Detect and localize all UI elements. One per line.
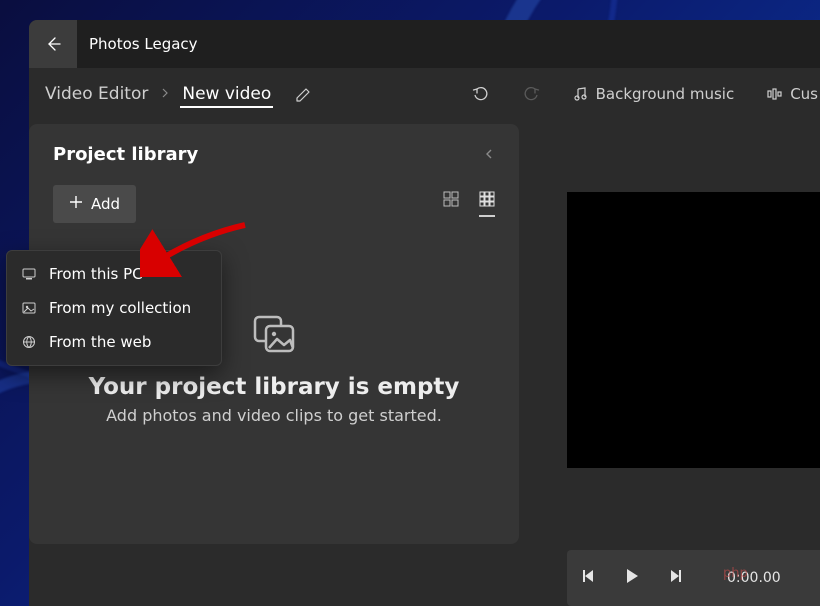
menu-from-this-pc[interactable]: From this PC [7,257,221,291]
watermark-text: php [723,566,748,581]
prev-frame-button[interactable] [581,568,597,588]
background-music-label: Background music [596,85,735,103]
toolbar: Video Editor New video Background music … [29,68,820,120]
menu-label: From this PC [49,265,143,283]
menu-label: From my collection [49,299,191,317]
pc-icon [21,267,37,281]
panel-title: Project library [53,144,198,165]
player-controls: php 0:00.00 [567,550,820,606]
custom-audio-button[interactable]: Cus [764,79,820,109]
view-large-icon[interactable] [443,191,459,217]
view-small-icon[interactable] [479,191,495,217]
add-menu: From this PC From my collection From the… [6,250,222,366]
menu-label: From the web [49,333,151,351]
image-icon [21,301,37,315]
menu-from-web[interactable]: From the web [7,325,221,359]
back-button[interactable] [29,20,77,68]
collapse-icon[interactable] [483,145,495,164]
web-icon [21,335,37,349]
video-preview [567,192,820,468]
menu-from-collection[interactable]: From my collection [7,291,221,325]
player-time: php 0:00.00 [727,570,781,586]
edit-icon[interactable] [295,86,312,103]
add-button[interactable]: Add [53,185,136,223]
empty-title: Your project library is empty [29,374,519,400]
redo-button[interactable] [520,79,542,109]
next-frame-button[interactable] [667,568,683,588]
empty-subtitle: Add photos and video clips to get starte… [29,406,519,425]
plus-icon [69,195,83,213]
titlebar: Photos Legacy [29,20,820,68]
background-music-button[interactable]: Background music [570,79,737,109]
library-empty-icon [252,314,296,358]
breadcrumb-current[interactable]: New video [180,80,273,108]
custom-audio-label: Cus [790,85,818,103]
app-title: Photos Legacy [77,35,198,53]
play-button[interactable] [623,567,641,589]
chevron-right-icon [154,86,176,102]
breadcrumb-root[interactable]: Video Editor [43,80,150,108]
add-button-label: Add [91,195,120,213]
undo-button[interactable] [470,79,492,109]
